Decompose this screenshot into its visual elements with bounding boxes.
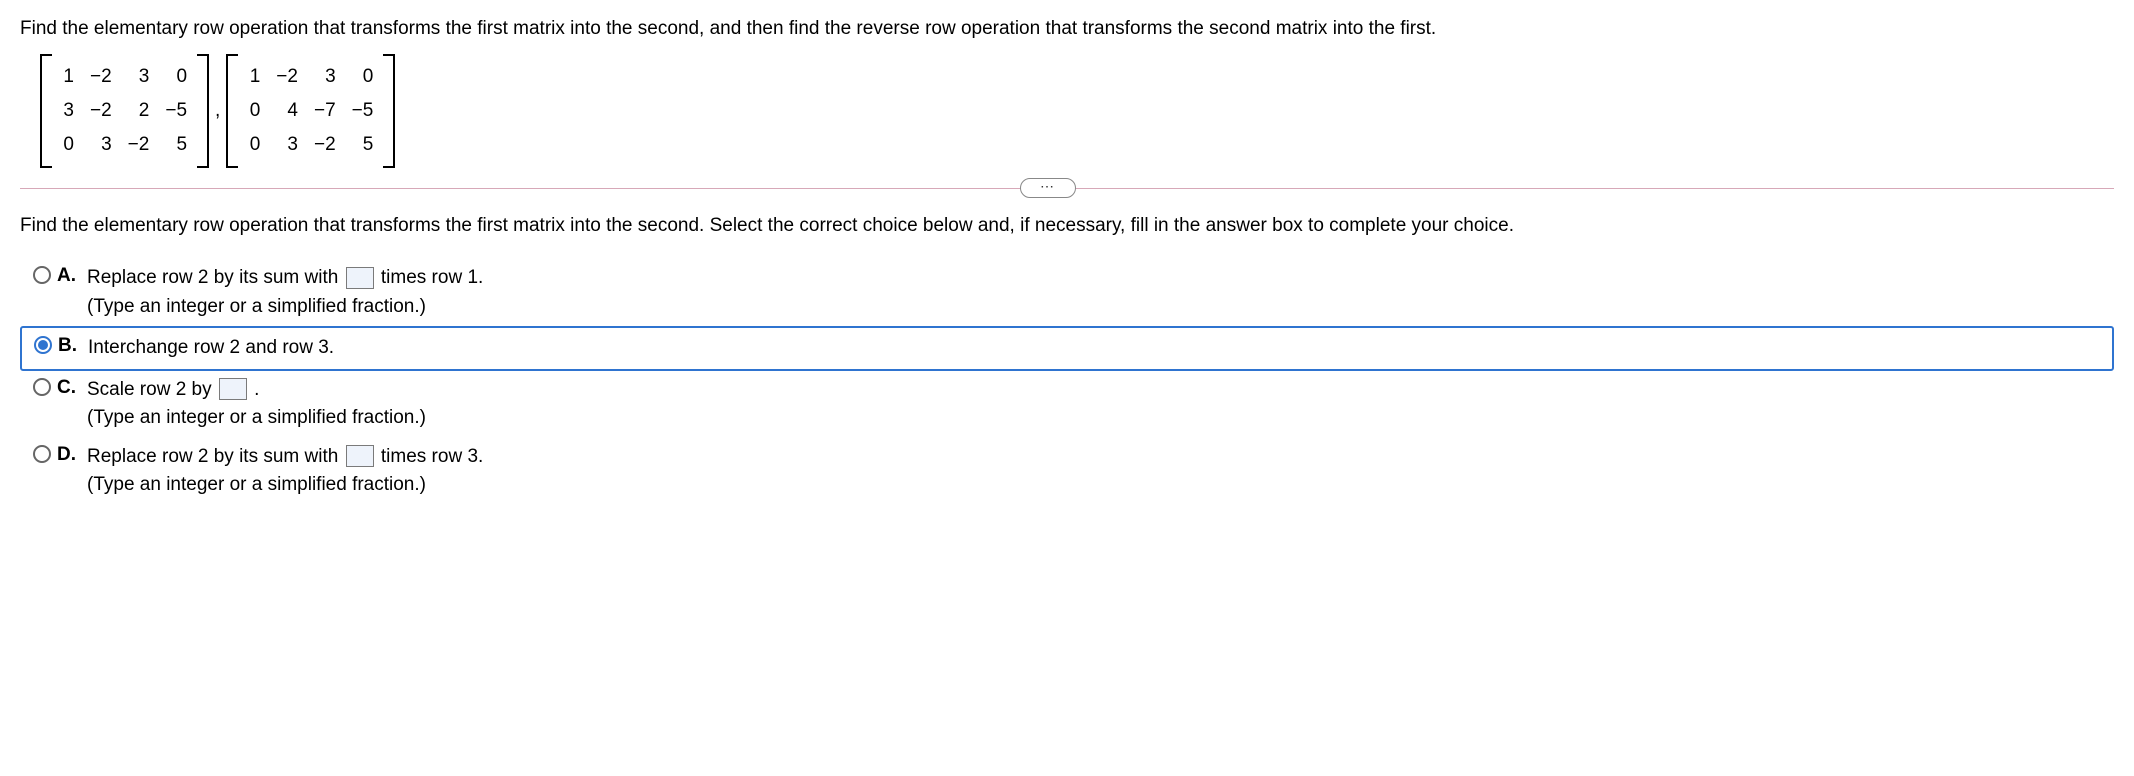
matrix-1: 1−230 3−22−5 03−25	[40, 54, 209, 168]
radio-a[interactable]	[33, 266, 51, 284]
choice-letter: D.	[57, 443, 87, 466]
choice-hint: (Type an integer or a simplified fractio…	[87, 404, 2107, 433]
choice-hint: (Type an integer or a simplified fractio…	[87, 471, 2107, 500]
choice-text: Replace row 2 by its sum with times row …	[87, 443, 2107, 500]
choice-d[interactable]: D. Replace row 2 by its sum with times r…	[20, 438, 2114, 505]
radio-c[interactable]	[33, 378, 51, 396]
choice-text: Scale row 2 by . (Type an integer or a s…	[87, 376, 2107, 433]
choice-text: Replace row 2 by its sum with times row …	[87, 264, 2107, 321]
radio-b[interactable]	[34, 336, 52, 354]
choice-letter: C.	[57, 376, 87, 399]
expand-button[interactable]: ⋯	[1020, 178, 1076, 198]
choice-letter: B.	[58, 334, 88, 357]
choice-hint: (Type an integer or a simplified fractio…	[87, 293, 2107, 322]
choice-b[interactable]: B. Interchange row 2 and row 3.	[20, 326, 2114, 371]
answer-box-c[interactable]	[219, 378, 247, 400]
matrix-2: 1−230 04−7−5 03−25	[226, 54, 395, 168]
matrices-row: 1−230 3−22−5 03−25 , 1−230 04−7−5 03−25	[40, 54, 2114, 168]
subprompt-text: Find the elementary row operation that t…	[20, 215, 2114, 237]
answer-box-d[interactable]	[346, 445, 374, 467]
matrix-separator: ,	[215, 100, 220, 122]
choices-group: A. Replace row 2 by its sum with times r…	[20, 259, 2114, 505]
choice-text: Interchange row 2 and row 3.	[88, 334, 2106, 363]
answer-box-a[interactable]	[346, 267, 374, 289]
radio-d[interactable]	[33, 445, 51, 463]
choice-letter: A.	[57, 264, 87, 287]
choice-c[interactable]: C. Scale row 2 by . (Type an integer or …	[20, 371, 2114, 438]
section-divider: ⋯	[20, 188, 2114, 189]
question-text: Find the elementary row operation that t…	[20, 18, 2114, 40]
choice-a[interactable]: A. Replace row 2 by its sum with times r…	[20, 259, 2114, 326]
